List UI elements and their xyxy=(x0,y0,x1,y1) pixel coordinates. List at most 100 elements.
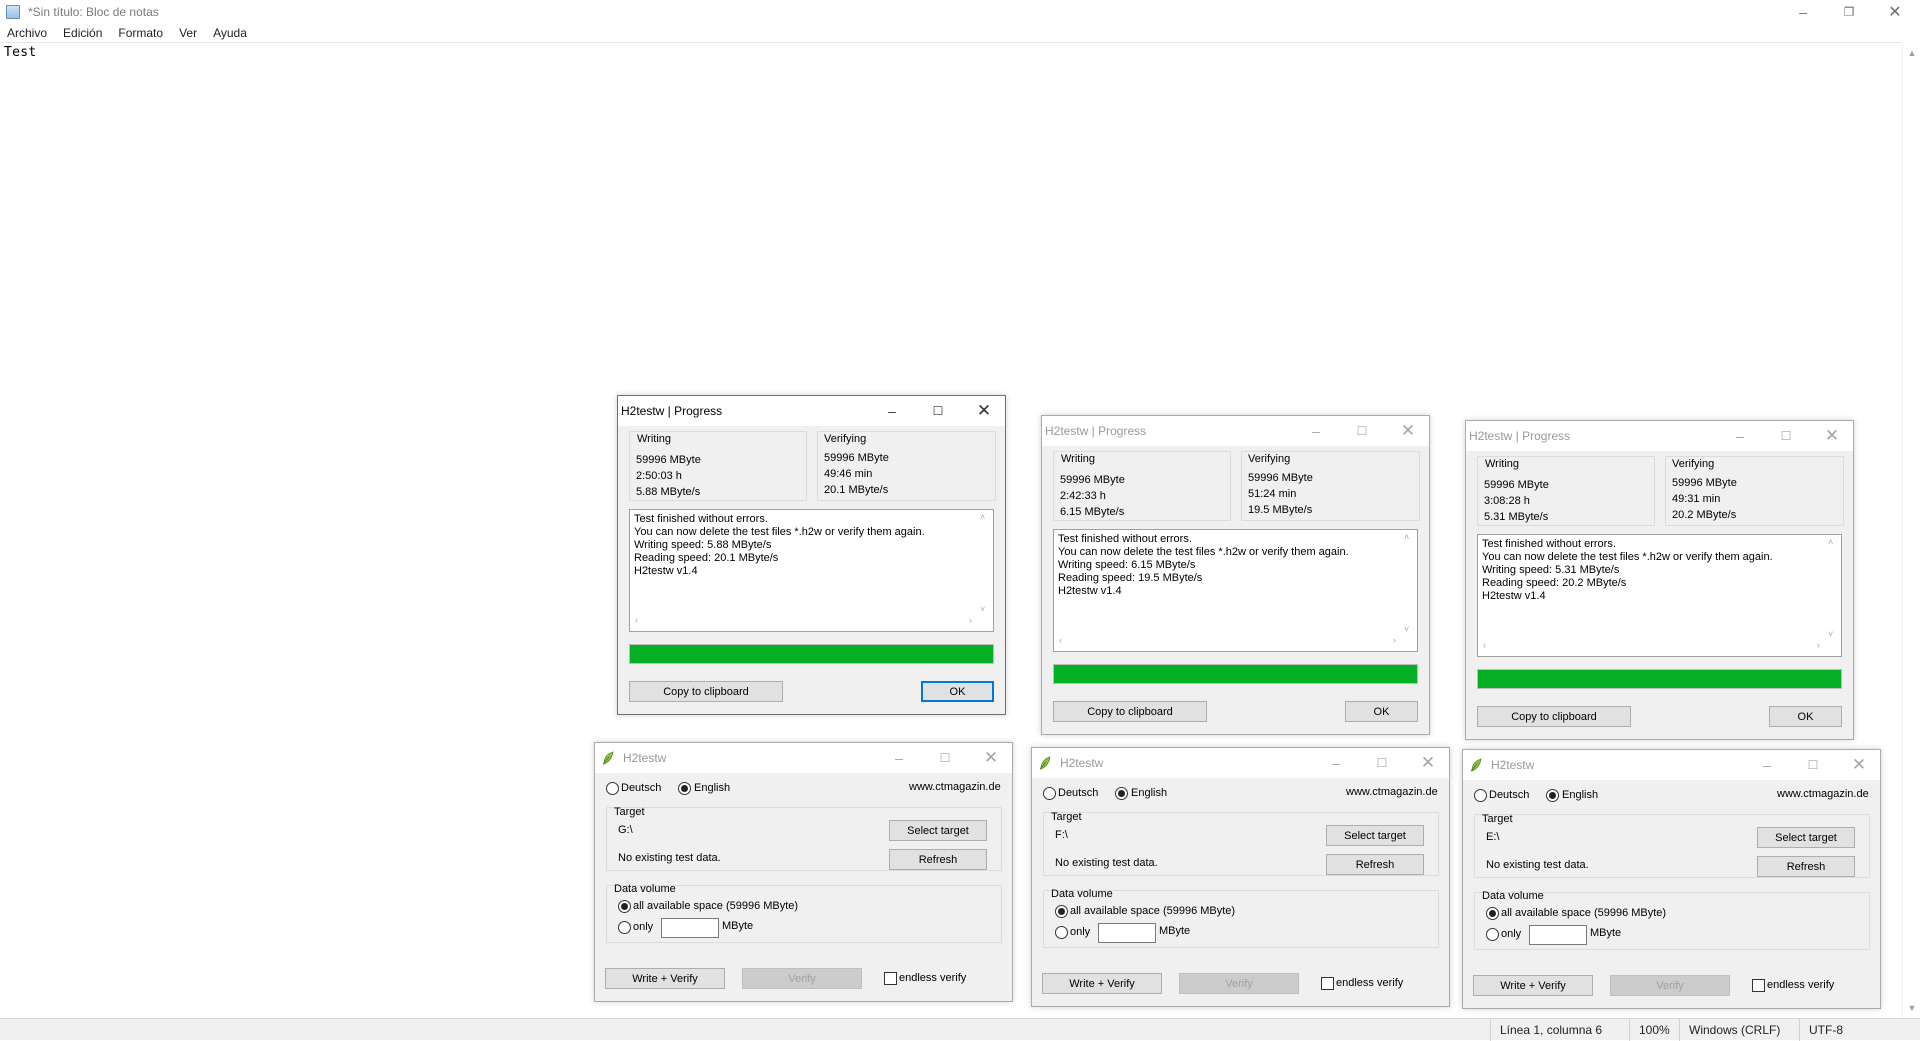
notepad-text-area[interactable]: Test xyxy=(4,45,37,60)
close-icon[interactable]: ✕ xyxy=(1809,421,1855,451)
radio-deutsch[interactable] xyxy=(606,782,619,795)
write-verify-button[interactable]: Write + Verify xyxy=(1473,975,1593,996)
maximize-icon[interactable]: ☐ xyxy=(915,396,961,426)
maximize-icon[interactable]: ☐ xyxy=(1763,421,1809,451)
writing-size: 59996 MByte xyxy=(1484,479,1549,491)
mbyte-amount-input[interactable] xyxy=(1098,923,1156,943)
minimize-icon[interactable]: – xyxy=(1293,416,1339,446)
minimize-icon[interactable]: – xyxy=(1780,0,1826,24)
menu-ayuda[interactable]: Ayuda xyxy=(205,26,255,40)
minimize-icon[interactable]: – xyxy=(876,743,922,773)
radio-deutsch[interactable] xyxy=(1474,789,1487,802)
scroll-down-icon[interactable]: ˅ xyxy=(1828,629,1833,639)
ctmagazin-link[interactable]: www.ctmagazin.de xyxy=(1777,788,1869,800)
endless-verify-checkbox[interactable] xyxy=(1321,977,1334,990)
ok-button[interactable]: OK xyxy=(1345,701,1418,722)
restore-icon[interactable]: ❐ xyxy=(1826,0,1872,24)
mbyte-amount-input[interactable] xyxy=(1529,925,1587,945)
scroll-right-icon[interactable]: › xyxy=(1817,640,1820,650)
close-icon[interactable]: ✕ xyxy=(1872,0,1918,24)
radio-all-space[interactable] xyxy=(1055,905,1068,918)
scroll-up-icon[interactable]: ˄ xyxy=(1828,537,1833,547)
refresh-button[interactable]: Refresh xyxy=(1326,854,1424,875)
select-target-button[interactable]: Select target xyxy=(1757,827,1855,848)
scroll-down-icon[interactable]: ˅ xyxy=(980,604,985,614)
scroll-up-icon[interactable]: ▲ xyxy=(1903,45,1920,61)
test-data-status: No existing test data. xyxy=(1055,857,1158,869)
select-target-button[interactable]: Select target xyxy=(889,820,987,841)
mbyte-unit-label: MByte xyxy=(722,920,754,932)
radio-all-space[interactable] xyxy=(1486,907,1499,920)
maximize-icon[interactable]: ☐ xyxy=(922,743,968,773)
notepad-vertical-scrollbar[interactable]: ▲ ▼ xyxy=(1902,43,1920,1018)
radio-only[interactable] xyxy=(1055,926,1068,939)
close-icon[interactable]: ✕ xyxy=(968,743,1014,773)
mbyte-unit-label: MByte xyxy=(1159,925,1191,937)
log-vertical-scrollbar[interactable]: ˄ ˅ xyxy=(1400,530,1417,634)
endless-verify-checkbox[interactable] xyxy=(884,972,897,985)
radio-all-space[interactable] xyxy=(618,900,631,913)
menu-archivo[interactable]: Archivo xyxy=(0,26,55,40)
menu-ver[interactable]: Ver xyxy=(171,26,205,40)
close-icon[interactable]: ✕ xyxy=(1405,748,1451,778)
scroll-down-icon[interactable]: ˅ xyxy=(1404,624,1409,634)
log-textbox[interactable]: Test finished without errors. You can no… xyxy=(629,509,994,632)
maximize-icon[interactable]: ☐ xyxy=(1790,750,1836,780)
progress-window-3: H2testw | Progress – ☐ ✕ Writing 59996 M… xyxy=(1465,420,1854,740)
progress-bar xyxy=(629,644,994,664)
minimize-icon[interactable]: – xyxy=(1313,748,1359,778)
scroll-left-icon[interactable]: ‹ xyxy=(635,615,638,625)
radio-deutsch[interactable] xyxy=(1043,787,1056,800)
refresh-button[interactable]: Refresh xyxy=(1757,856,1855,877)
radio-only[interactable] xyxy=(618,921,631,934)
maximize-icon[interactable]: ☐ xyxy=(1339,416,1385,446)
log-textbox[interactable]: Test finished without errors. You can no… xyxy=(1053,529,1418,652)
ok-button[interactable]: OK xyxy=(1769,706,1842,727)
menu-formato[interactable]: Formato xyxy=(110,26,171,40)
verify-button[interactable]: Verify xyxy=(1610,975,1730,996)
minimize-icon[interactable]: – xyxy=(869,396,915,426)
scroll-down-icon[interactable]: ▼ xyxy=(1903,1000,1920,1016)
log-horizontal-scrollbar[interactable]: ‹ › xyxy=(630,614,976,631)
close-icon[interactable]: ✕ xyxy=(961,396,1007,426)
scroll-up-icon[interactable]: ˄ xyxy=(1404,532,1409,542)
scroll-right-icon[interactable]: › xyxy=(969,615,972,625)
scroll-right-icon[interactable]: › xyxy=(1393,635,1396,645)
verify-button[interactable]: Verify xyxy=(742,968,862,989)
radio-english[interactable] xyxy=(678,782,691,795)
log-horizontal-scrollbar[interactable]: ‹ › xyxy=(1054,634,1400,651)
progress-window-2: H2testw | Progress – ☐ ✕ Writing 59996 M… xyxy=(1041,415,1430,735)
scroll-left-icon[interactable]: ‹ xyxy=(1059,635,1062,645)
log-horizontal-scrollbar[interactable]: ‹ › xyxy=(1478,639,1824,656)
menu-edicion[interactable]: Edición xyxy=(55,26,110,40)
ok-button[interactable]: OK xyxy=(921,681,994,702)
radio-english[interactable] xyxy=(1115,787,1128,800)
maximize-icon[interactable]: ☐ xyxy=(1359,748,1405,778)
copy-to-clipboard-button[interactable]: Copy to clipboard xyxy=(1053,701,1207,722)
copy-to-clipboard-button[interactable]: Copy to clipboard xyxy=(1477,706,1631,727)
menu-divider xyxy=(0,42,1902,43)
endless-verify-label: endless verify xyxy=(1767,979,1835,991)
close-icon[interactable]: ✕ xyxy=(1836,750,1882,780)
log-vertical-scrollbar[interactable]: ˄ ˅ xyxy=(976,510,993,614)
refresh-button[interactable]: Refresh xyxy=(889,849,987,870)
log-vertical-scrollbar[interactable]: ˄ ˅ xyxy=(1824,535,1841,639)
ctmagazin-link[interactable]: www.ctmagazin.de xyxy=(1346,786,1438,798)
select-target-button[interactable]: Select target xyxy=(1326,825,1424,846)
scroll-up-icon[interactable]: ˄ xyxy=(980,512,985,522)
write-verify-button[interactable]: Write + Verify xyxy=(1042,973,1162,994)
ctmagazin-link[interactable]: www.ctmagazin.de xyxy=(909,781,1001,793)
close-icon[interactable]: ✕ xyxy=(1385,416,1431,446)
mbyte-amount-input[interactable] xyxy=(661,918,719,938)
write-verify-button[interactable]: Write + Verify xyxy=(605,968,725,989)
minimize-icon[interactable]: – xyxy=(1717,421,1763,451)
verifying-size: 59996 MByte xyxy=(1248,472,1313,484)
endless-verify-checkbox[interactable] xyxy=(1752,979,1765,992)
log-textbox[interactable]: Test finished without errors. You can no… xyxy=(1477,534,1842,657)
verify-button[interactable]: Verify xyxy=(1179,973,1299,994)
radio-english[interactable] xyxy=(1546,789,1559,802)
copy-to-clipboard-button[interactable]: Copy to clipboard xyxy=(629,681,783,702)
scroll-left-icon[interactable]: ‹ xyxy=(1483,640,1486,650)
minimize-icon[interactable]: – xyxy=(1744,750,1790,780)
radio-only[interactable] xyxy=(1486,928,1499,941)
